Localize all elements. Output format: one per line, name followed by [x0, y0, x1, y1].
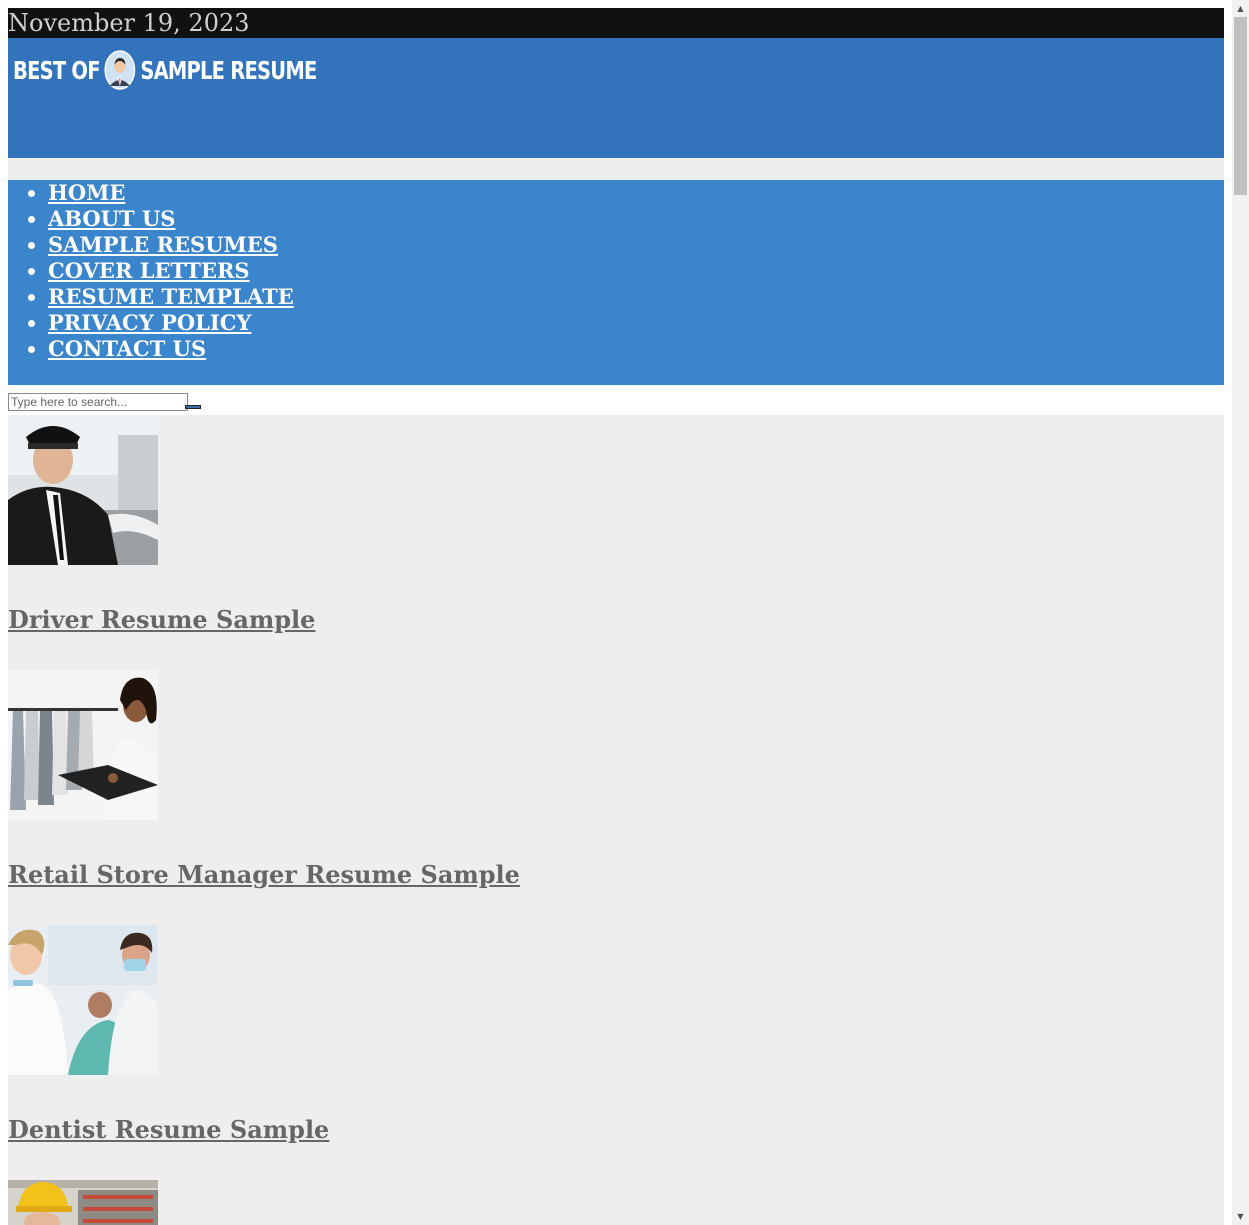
- search-submit-button[interactable]: [185, 405, 201, 409]
- nav-item-cover-letters: COVER LETTERS: [48, 258, 1224, 284]
- nav-item-sample-resumes: SAMPLE RESUMES: [48, 232, 1224, 258]
- nav-item-about-us: ABOUT US: [48, 206, 1224, 232]
- scroll-down-arrow-icon[interactable]: ▼: [1232, 1208, 1249, 1225]
- scroll-thumb[interactable]: [1234, 17, 1247, 195]
- nav-link-home[interactable]: HOME: [48, 180, 125, 205]
- nav-link-sample-resumes[interactable]: SAMPLE RESUMES: [48, 232, 278, 257]
- post-title: Dentist Resume Sample: [8, 1115, 329, 1145]
- nav-item-home: HOME: [48, 180, 1224, 206]
- post-title-link[interactable]: Driver Resume Sample: [8, 605, 315, 634]
- vertical-scrollbar[interactable]: ▲ ▼: [1232, 0, 1249, 1225]
- nav-link-resume-template[interactable]: RESUME TEMPLATE: [48, 284, 294, 309]
- nav-link-cover-letters[interactable]: COVER LETTERS: [48, 258, 250, 283]
- person-avatar-icon: [104, 50, 136, 90]
- site-logo[interactable]: BEST OF SAMPLE RESUME: [13, 50, 317, 90]
- chauffeur-photo[interactable]: [8, 415, 158, 565]
- search-input[interactable]: [8, 393, 188, 411]
- post-item: [8, 1180, 1224, 1225]
- page: November 19, 2023 BEST OF SAMPLE RESUME …: [8, 8, 1224, 1225]
- dentist-photo[interactable]: [8, 925, 158, 1075]
- nav-link-privacy-policy[interactable]: PRIVACY POLICY: [48, 310, 251, 335]
- post-title-link[interactable]: Dentist Resume Sample: [8, 1115, 329, 1144]
- post-title: Retail Store Manager Resume Sample: [8, 860, 520, 890]
- scroll-up-arrow-icon[interactable]: ▲: [1232, 0, 1249, 17]
- main-navigation: HOME ABOUT US SAMPLE RESUMES COVER LETTE…: [8, 180, 1224, 385]
- nav-link-contact-us[interactable]: CONTACT US: [48, 336, 206, 361]
- nav-item-privacy-policy: PRIVACY POLICY: [48, 310, 1224, 336]
- logo-text-right: SAMPLE RESUME: [140, 55, 317, 85]
- logo-text-left: BEST OF: [13, 55, 101, 85]
- nav-item-resume-template: RESUME TEMPLATE: [48, 284, 1224, 310]
- site-header: BEST OF SAMPLE RESUME: [8, 38, 1224, 158]
- nav-item-contact-us: CONTACT US: [48, 336, 1224, 362]
- post-title: Driver Resume Sample: [8, 605, 315, 635]
- search-bar: [8, 385, 1224, 415]
- nav-link-about-us[interactable]: ABOUT US: [48, 206, 175, 231]
- retail-manager-photo[interactable]: [8, 670, 158, 820]
- post-title-link[interactable]: Retail Store Manager Resume Sample: [8, 860, 520, 889]
- construction-worker-photo[interactable]: [8, 1180, 158, 1225]
- top-bar: November 19, 2023: [8, 8, 1224, 38]
- current-date: November 19, 2023: [8, 9, 250, 37]
